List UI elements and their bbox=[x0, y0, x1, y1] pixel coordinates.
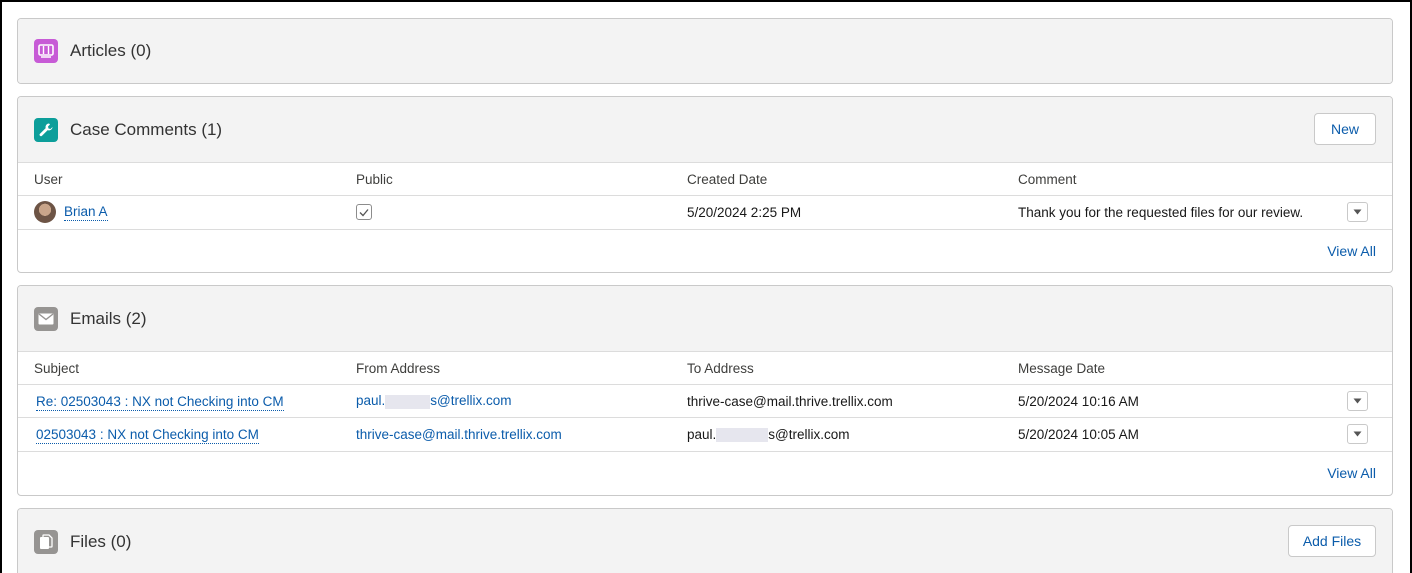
user-link[interactable]: Brian A bbox=[64, 203, 108, 221]
column-header-created-date[interactable]: Created Date bbox=[671, 162, 1002, 196]
message-date-text: 5/20/2024 10:05 AM bbox=[1018, 426, 1139, 442]
emails-card: Emails (2) Subject From Address To Addre… bbox=[17, 285, 1393, 496]
redacted-block bbox=[385, 394, 431, 409]
emails-footer: View All bbox=[18, 450, 1392, 493]
from-address-link[interactable]: thrive-case@mail.thrive.trellix.com bbox=[356, 427, 562, 442]
envelope-icon bbox=[34, 306, 58, 331]
case-comments-header: Case Comments (1) New bbox=[18, 97, 1392, 162]
case-comments-card: Case Comments (1) New User Public Create… bbox=[17, 96, 1393, 273]
to-address-prefix: paul. bbox=[687, 426, 717, 442]
from-address-cell: paul. s@trellix.com bbox=[340, 384, 671, 418]
email-subject-link[interactable]: 02503043 : NX not Checking into CM bbox=[36, 426, 259, 444]
redacted-block bbox=[716, 427, 769, 442]
comment-text: Thank you for the requested files for ou… bbox=[1018, 204, 1304, 220]
from-address-cell: thrive-case@mail.thrive.trellix.com bbox=[340, 417, 671, 451]
column-header-to-address[interactable]: To Address bbox=[671, 351, 1002, 385]
files-icon bbox=[34, 529, 58, 554]
articles-header: Articles (0) bbox=[18, 19, 1392, 83]
from-address-prefix: paul. bbox=[356, 393, 386, 409]
files-header: Files (0) Add Files bbox=[18, 509, 1392, 573]
chevron-down-icon bbox=[1353, 431, 1362, 437]
table-row: Brian A 5/20/2024 2:25 PM Thank you for … bbox=[18, 195, 1392, 229]
from-address-suffix: s@trellix.com bbox=[430, 393, 512, 409]
table-row: Re: 02503043 : NX not Checking into CM p… bbox=[18, 384, 1392, 418]
comment-cell: Thank you for the requested files for ou… bbox=[1002, 195, 1392, 229]
articles-title[interactable]: Articles (0) bbox=[70, 41, 151, 61]
table-row: 02503043 : NX not Checking into CM thriv… bbox=[18, 417, 1392, 451]
column-header-from-address[interactable]: From Address bbox=[340, 351, 671, 385]
message-date-text: 5/20/2024 10:16 AM bbox=[1018, 393, 1139, 409]
public-cell bbox=[340, 195, 671, 229]
column-header-user[interactable]: User bbox=[18, 162, 340, 196]
new-comment-button[interactable]: New bbox=[1314, 113, 1376, 145]
files-card: Files (0) Add Files bbox=[17, 508, 1393, 573]
avatar[interactable] bbox=[34, 201, 56, 224]
to-address-cell: thrive-case@mail.thrive.trellix.com bbox=[671, 384, 1002, 418]
to-address-suffix: s@trellix.com bbox=[768, 426, 850, 442]
case-comments-title[interactable]: Case Comments (1) bbox=[70, 120, 222, 140]
chevron-down-icon bbox=[1353, 398, 1362, 404]
row-action-menu[interactable] bbox=[1347, 202, 1368, 223]
column-header-public[interactable]: Public bbox=[340, 162, 671, 196]
files-title[interactable]: Files (0) bbox=[70, 532, 131, 552]
case-comments-table: User Public Created Date Comment Brian A… bbox=[18, 162, 1392, 229]
emails-title[interactable]: Emails (2) bbox=[70, 309, 147, 329]
add-files-button[interactable]: Add Files bbox=[1288, 525, 1376, 557]
message-date-cell: 5/20/2024 10:05 AM bbox=[1002, 417, 1392, 451]
subject-cell: 02503043 : NX not Checking into CM bbox=[18, 417, 340, 451]
row-action-menu[interactable] bbox=[1347, 424, 1368, 445]
view-all-emails-link[interactable]: View All bbox=[1327, 465, 1376, 481]
emails-table: Subject From Address To Address Message … bbox=[18, 351, 1392, 451]
row-action-menu[interactable] bbox=[1347, 391, 1368, 411]
created-date-cell: 5/20/2024 2:25 PM bbox=[671, 195, 1002, 229]
subject-cell: Re: 02503043 : NX not Checking into CM bbox=[18, 384, 340, 418]
emails-header: Emails (2) bbox=[18, 286, 1392, 351]
column-header-comment[interactable]: Comment bbox=[1002, 162, 1392, 196]
check-icon bbox=[359, 209, 369, 217]
public-checkbox bbox=[356, 204, 372, 221]
message-date-cell: 5/20/2024 10:16 AM bbox=[1002, 384, 1392, 418]
email-subject-link[interactable]: Re: 02503043 : NX not Checking into CM bbox=[36, 393, 284, 411]
articles-card: Articles (0) bbox=[17, 18, 1393, 84]
column-header-subject[interactable]: Subject bbox=[18, 351, 340, 385]
view-all-comments-link[interactable]: View All bbox=[1327, 243, 1376, 259]
case-comments-footer: View All bbox=[18, 228, 1392, 271]
wrench-icon bbox=[34, 117, 58, 142]
column-header-message-date[interactable]: Message Date bbox=[1002, 351, 1392, 385]
from-address-link[interactable]: paul. s@trellix.com bbox=[356, 393, 512, 409]
to-address-cell: paul. s@trellix.com bbox=[671, 417, 1002, 451]
chevron-down-icon bbox=[1353, 209, 1362, 215]
book-icon bbox=[34, 39, 58, 63]
user-cell: Brian A bbox=[18, 195, 340, 229]
